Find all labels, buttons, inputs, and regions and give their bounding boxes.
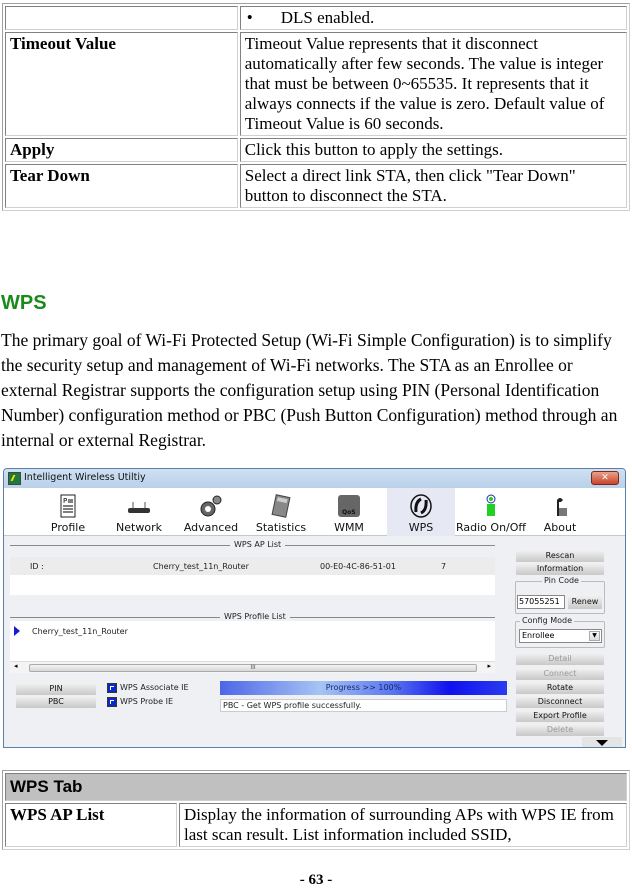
section-paragraph: The primary goal of Wi-Fi Protected Setu… (1, 330, 618, 450)
tab-label: Profile (50, 521, 86, 534)
tab-radio[interactable]: Radio On/Off (455, 488, 527, 536)
triangle-down-icon (596, 740, 608, 746)
export-profile-button[interactable]: Export Profile (516, 710, 604, 722)
ap-id-label: ID : (30, 562, 44, 571)
wps-probe-ie-checkbox[interactable] (107, 697, 117, 707)
app-icon (8, 472, 21, 485)
statistics-icon (271, 494, 291, 518)
tab-advanced[interactable]: Advanced (180, 488, 242, 536)
table-row: WPS AP List Display the information of s… (5, 803, 627, 847)
row-label: Apply (5, 138, 238, 162)
row-desc: Select a direct link STA, then click "Te… (239, 164, 627, 208)
advanced-icon (200, 495, 222, 517)
tab-label: Network (116, 521, 162, 534)
tab-profile[interactable]: P Profile (40, 488, 96, 536)
rotate-button[interactable]: Rotate (516, 682, 604, 694)
svg-text:P: P (63, 497, 67, 505)
ap-channel: 7 (441, 562, 447, 571)
tab-statistics[interactable]: Statistics (250, 488, 312, 536)
ap-list[interactable]: ID : Cherry_test_11n_Router 00-E0-4C-86-… (10, 557, 495, 595)
rescan-button[interactable]: Rescan (516, 550, 604, 562)
scroll-right-icon[interactable]: ▸ (487, 662, 491, 670)
delete-button[interactable]: Delete (516, 724, 604, 736)
config-mode-value: Enrollee (522, 631, 555, 640)
ap-ssid: Cherry_test_11n_Router (153, 562, 249, 571)
row-label: WPS AP List (5, 803, 177, 847)
row-label: Timeout Value (5, 32, 238, 136)
section-heading: WPS (1, 292, 47, 314)
settings-table: • DLS enabled. Timeout Value Timeout Valu… (2, 3, 630, 211)
pin-button[interactable]: PIN (16, 683, 96, 695)
tab-about[interactable]: About (537, 488, 583, 536)
renew-button[interactable]: Renew (568, 595, 602, 609)
tab-label: WPS (408, 521, 434, 534)
row-label (5, 6, 238, 30)
status-text: PBC - Get WPS profile successfully. (220, 699, 507, 712)
config-mode-legend: Config Mode (520, 616, 575, 625)
checkbox-label: WPS Probe IE (120, 697, 174, 706)
tab-label: Advanced (183, 521, 239, 534)
table-header: WPS Tab (5, 773, 627, 801)
tab-network[interactable]: Network (108, 488, 170, 536)
page-number: - 63 - (299, 872, 333, 888)
table-row: Timeout Value Timeout Value represents t… (5, 32, 627, 136)
ap-mac: 00-E0-4C-86-51-01 (320, 562, 396, 571)
window-title: Intelligent Wireless Utiltiy (24, 472, 146, 483)
pin-code-legend: Pin Code (542, 576, 581, 585)
tab-label: About (543, 521, 577, 534)
disconnect-button[interactable]: Disconnect (516, 696, 604, 708)
tab-label: Radio On/Off (456, 521, 526, 534)
detail-button[interactable]: Detail (516, 653, 604, 665)
about-icon (557, 498, 567, 516)
config-mode-select[interactable]: Enrollee ▼ (519, 629, 602, 643)
row-desc: Click this button to apply the settings. (239, 138, 627, 162)
row-desc: • DLS enabled. (239, 6, 627, 30)
scroll-left-icon[interactable]: ◂ (14, 662, 18, 670)
selected-arrow-icon (14, 626, 20, 636)
expand-button[interactable] (582, 737, 622, 747)
row-desc: Display the information of surrounding A… (179, 803, 627, 847)
profile-icon: P (60, 494, 76, 518)
table-row: Apply Click this button to apply the set… (5, 138, 627, 162)
pbc-button[interactable]: PBC (16, 696, 96, 708)
close-button[interactable]: ✕ (591, 471, 619, 485)
list-item[interactable]: Cherry_test_11n_Router (32, 627, 128, 636)
table-header-row: WPS Tab (5, 773, 627, 801)
bullet: • (246, 8, 253, 27)
radio-icon (486, 494, 496, 516)
toolbar: P Profile Network Advanced Statistics Qo… (4, 488, 625, 536)
profile-list[interactable]: Cherry_test_11n_Router (10, 621, 495, 661)
wps-panel: WPS AP List ID : Cherry_test_11n_Router … (4, 537, 625, 747)
network-icon (128, 502, 150, 513)
pin-code-input[interactable]: 57055251 (517, 595, 565, 609)
tab-label: WMM (334, 521, 364, 534)
profile-list-title: WPS Profile List (220, 612, 290, 621)
horizontal-scrollbar[interactable]: ◂ III ▸ (10, 661, 495, 673)
row-label: Tear Down (5, 164, 238, 208)
chevron-down-icon[interactable]: ▼ (589, 631, 600, 641)
app-window: Intelligent Wireless Utiltiy ✕ P Profile… (3, 468, 626, 748)
svg-text:QoS: QoS (342, 509, 356, 516)
scroll-thumb[interactable]: III (29, 664, 477, 672)
wps-associate-ie-checkbox[interactable] (107, 683, 117, 693)
table-row: Tear Down Select a direct link STA, then… (5, 164, 627, 208)
tab-label: Statistics (255, 521, 307, 534)
row-desc-text: DLS enabled. (280, 8, 375, 27)
row-desc: Timeout Value represents that it disconn… (239, 32, 627, 136)
wps-icon (410, 494, 432, 518)
title-bar: Intelligent Wireless Utiltiy ✕ (4, 469, 625, 488)
connect-button[interactable]: Connect (516, 668, 604, 680)
checkbox-label: WPS Associate IE (120, 683, 189, 692)
table-row: • DLS enabled. (5, 6, 627, 30)
tab-wmm[interactable]: QoS WMM (322, 488, 376, 536)
tab-wps[interactable]: WPS (387, 488, 455, 536)
ap-list-title: WPS AP List (230, 540, 286, 549)
progress-bar: Progress >> 100% (220, 681, 507, 695)
information-button[interactable]: Information (516, 563, 604, 575)
list-item[interactable]: ID : Cherry_test_11n_Router 00-E0-4C-86-… (10, 557, 495, 575)
wps-tab-table: WPS Tab WPS AP List Display the informat… (2, 770, 630, 850)
wmm-qos-icon: QoS (338, 495, 360, 517)
